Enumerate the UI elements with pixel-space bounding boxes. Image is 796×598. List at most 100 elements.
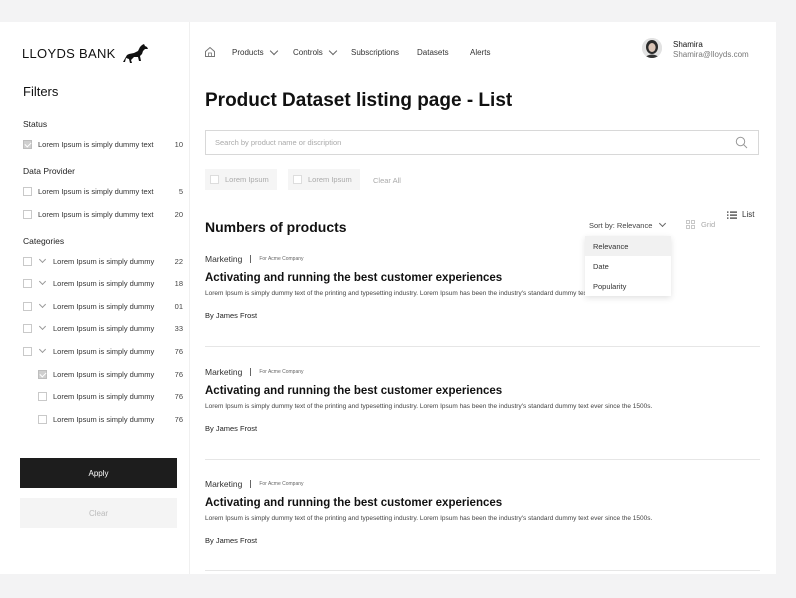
nav-label: Products	[232, 48, 264, 57]
search-bar	[205, 130, 759, 155]
nav-item-controls[interactable]: Controls	[293, 46, 338, 57]
filter-count: 5	[178, 186, 183, 196]
divider	[205, 570, 760, 571]
list-icon	[727, 211, 737, 219]
filter-label: Lorem Ipsum is simply dummy	[53, 346, 155, 356]
product-card[interactable]: Marketing For Acme Company Activating an…	[205, 367, 760, 433]
checkbox[interactable]	[23, 323, 32, 333]
brand-logo[interactable]: LLOYDS BANK	[22, 42, 150, 64]
sort-dropdown[interactable]: Sort by: Relevance	[589, 219, 667, 230]
checkbox[interactable]	[293, 175, 302, 184]
divider	[250, 480, 252, 488]
category-filter-item[interactable]: Lorem Ipsum is simply dummy 33	[23, 322, 183, 334]
divider	[205, 346, 760, 347]
checkbox[interactable]	[38, 414, 47, 424]
card-meta: Marketing For Acme Company	[205, 479, 760, 489]
filter-count: 76	[174, 346, 183, 356]
divider	[250, 255, 252, 263]
nav-item-subscriptions[interactable]: Subscriptions	[351, 48, 399, 57]
card-title[interactable]: Activating and running the best customer…	[205, 497, 760, 509]
sort-option-popularity[interactable]: Popularity	[585, 276, 671, 296]
avatar[interactable]	[642, 38, 662, 58]
data-provider-filter-item[interactable]: Lorem Ipsum is simply dummy text 5	[23, 185, 183, 197]
divider	[205, 459, 760, 460]
filter-label: Lorem Ipsum is simply dummy	[53, 323, 155, 333]
search-input[interactable]	[206, 131, 706, 154]
horse-logo-icon	[122, 44, 148, 63]
page-title: Product Dataset listing page - List	[205, 90, 513, 111]
checkbox[interactable]	[38, 391, 47, 401]
category-filter-item[interactable]: Lorem Ipsum is simply dummy 76	[23, 345, 183, 357]
apply-button[interactable]: Apply	[20, 458, 177, 488]
clear-button[interactable]: Clear	[20, 498, 177, 528]
data-provider-group-title: Data Provider	[23, 166, 75, 176]
filter-label: Lorem Ipsum is simply dummy	[53, 278, 155, 288]
card-author: By James Frost	[205, 424, 258, 433]
list-label: List	[742, 210, 755, 219]
filter-label: Lorem Ipsum is simply dummy	[53, 369, 155, 379]
chevron-down-icon	[659, 219, 667, 228]
card-title[interactable]: Activating and running the best customer…	[205, 385, 760, 397]
sort-dropdown-menu: Relevance Date Popularity	[585, 236, 671, 296]
search-icon[interactable]	[735, 136, 748, 149]
checkbox-checked[interactable]	[38, 369, 47, 379]
grid-label: Grid	[701, 220, 716, 229]
category-filter-item[interactable]: Lorem Ipsum is simply dummy 18	[23, 277, 183, 289]
subcategory-filter-item[interactable]: Lorem Ipsum is simply dummy 76	[23, 368, 183, 380]
subcategory-filter-item[interactable]: Lorem Ipsum is simply dummy 76	[23, 413, 183, 425]
category-filter-item[interactable]: Lorem Ipsum is simply dummy 01	[23, 300, 183, 312]
user-email: Shamira@lloyds.com	[673, 50, 749, 59]
sort-option-relevance[interactable]: Relevance	[585, 236, 671, 256]
chevron-down-icon[interactable]	[38, 347, 47, 356]
checkbox[interactable]	[23, 186, 32, 196]
sort-label: Sort by: Relevance	[589, 221, 653, 230]
checkbox[interactable]	[23, 278, 32, 288]
user-photo-icon	[642, 38, 662, 58]
chevron-down-icon[interactable]	[38, 279, 47, 288]
list-view-toggle[interactable]: List	[727, 210, 754, 219]
clear-all-link[interactable]: Clear All	[373, 176, 401, 185]
filter-label: Lorem Ipsum is simply dummy text	[38, 209, 154, 219]
nav-label: Controls	[293, 48, 323, 57]
checkbox[interactable]	[210, 175, 219, 184]
filter-chip[interactable]: Lorem Ipsum	[205, 169, 277, 190]
chevron-down-icon[interactable]	[38, 257, 47, 266]
nav-item-datasets[interactable]: Datasets	[417, 48, 449, 57]
top-navigation: Products Controls Subscriptions Datasets…	[190, 22, 776, 82]
checkbox[interactable]	[23, 209, 32, 219]
brand-name: LLOYDS BANK	[22, 45, 116, 61]
checkbox-checked[interactable]	[23, 139, 32, 149]
filter-count: 76	[174, 414, 183, 424]
card-title[interactable]: Activating and running the best customer…	[205, 272, 760, 284]
sort-option-date[interactable]: Date	[585, 256, 671, 276]
card-description: Lorem Ipsum is simply dummy text of the …	[205, 403, 653, 410]
chip-label: Lorem Ipsum	[225, 175, 269, 184]
card-company: For Acme Company	[259, 481, 304, 487]
card-company: For Acme Company	[259, 369, 304, 375]
checkbox[interactable]	[23, 256, 32, 266]
nav-label: Subscriptions	[351, 48, 400, 57]
product-card[interactable]: Marketing For Acme Company Activating an…	[205, 254, 760, 320]
checkbox[interactable]	[23, 346, 32, 356]
home-icon[interactable]	[204, 46, 216, 58]
status-filter-item[interactable]: Lorem Ipsum is simply dummy text 10	[23, 138, 183, 150]
filter-sidebar: LLOYDS BANK Filters Status Lorem Ipsum i…	[0, 22, 190, 574]
filters-title: Filters	[23, 84, 59, 99]
filter-label: Lorem Ipsum is simply dummy text	[38, 186, 154, 196]
nav-item-products[interactable]: Products	[232, 46, 278, 57]
chevron-down-icon[interactable]	[38, 302, 47, 311]
filter-count: 33	[174, 323, 183, 333]
products-count-title: Numbers of products	[205, 219, 347, 235]
product-card[interactable]: Marketing For Acme Company Activating an…	[205, 479, 760, 545]
filter-count: 01	[174, 301, 183, 311]
status-group-title: Status	[23, 119, 48, 129]
nav-item-alerts[interactable]: Alerts	[470, 48, 490, 57]
filter-chip[interactable]: Lorem Ipsum	[288, 169, 360, 190]
chevron-down-icon[interactable]	[38, 324, 47, 333]
checkbox[interactable]	[23, 301, 32, 311]
card-category: Marketing	[205, 254, 243, 264]
subcategory-filter-item[interactable]: Lorem Ipsum is simply dummy 76	[23, 390, 183, 402]
grid-view-toggle[interactable]: Grid	[686, 220, 715, 229]
data-provider-filter-item[interactable]: Lorem Ipsum is simply dummy text 20	[23, 208, 183, 220]
category-filter-item[interactable]: Lorem Ipsum is simply dummy 22	[23, 255, 183, 267]
